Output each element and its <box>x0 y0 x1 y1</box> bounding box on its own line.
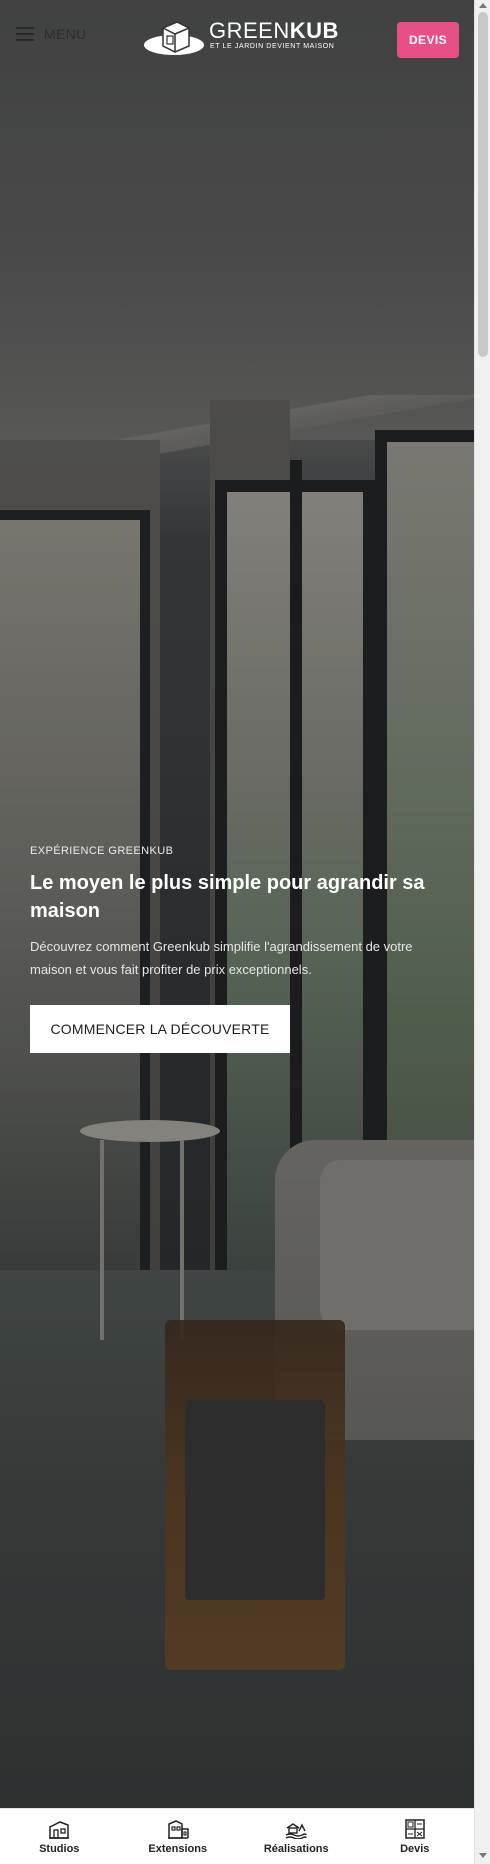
studio-icon <box>49 1821 70 1839</box>
logo-text-bold: KUB <box>289 18 339 43</box>
site-header: MENU GREENKUB ET LE JARDIN DEVIENT MAISO… <box>0 0 474 80</box>
menu-button[interactable]: MENU <box>16 26 86 42</box>
nav-item-realisations[interactable]: Réalisations <box>237 1809 356 1864</box>
logo-tagline: ET LE JARDIN DEVIENT MAISON <box>210 43 335 50</box>
extension-icon <box>167 1820 189 1839</box>
hero-description: Découvrez comment Greenkub simplifie l'a… <box>30 939 413 977</box>
scroll-thumb[interactable] <box>478 12 488 357</box>
scroll-down-arrow-icon[interactable] <box>479 1853 487 1858</box>
nav-label-studios: Studios <box>39 1843 80 1855</box>
logo-mark-icon <box>144 21 204 55</box>
page-scrollbar[interactable] <box>474 0 490 1864</box>
hamburger-icon <box>16 27 34 41</box>
nav-item-studios[interactable]: Studios <box>0 1809 119 1864</box>
bottom-navigation: Studios Extensions Réalisations Devis <box>0 1808 474 1864</box>
scroll-up-arrow-icon[interactable] <box>479 3 487 8</box>
nav-label-devis: Devis <box>400 1843 430 1855</box>
nav-item-devis[interactable]: Devis <box>356 1809 475 1864</box>
logo-text-main: GREEN <box>209 18 290 43</box>
greenkub-logo[interactable]: GREENKUB ET LE JARDIN DEVIENT MAISON <box>143 16 338 60</box>
nav-label-extensions: Extensions <box>148 1843 208 1855</box>
hero-title: Le moyen le plus simple pour agrandir sa… <box>30 872 425 922</box>
nav-label-realisations: Réalisations <box>263 1843 329 1855</box>
realisations-icon <box>285 1823 307 1839</box>
start-discovery-button[interactable]: COMMENCER LA DÉCOUVERTE <box>30 1005 290 1053</box>
nav-item-extensions[interactable]: Extensions <box>119 1809 238 1864</box>
hero-content: EXPÉRIENCE GREENKUB Le moyen le plus sim… <box>30 845 450 1053</box>
devis-button[interactable]: DEVIS <box>397 22 459 58</box>
devis-grid-icon <box>405 1819 425 1839</box>
hero-eyebrow: EXPÉRIENCE GREENKUB <box>30 845 174 857</box>
menu-label: MENU <box>44 26 87 42</box>
